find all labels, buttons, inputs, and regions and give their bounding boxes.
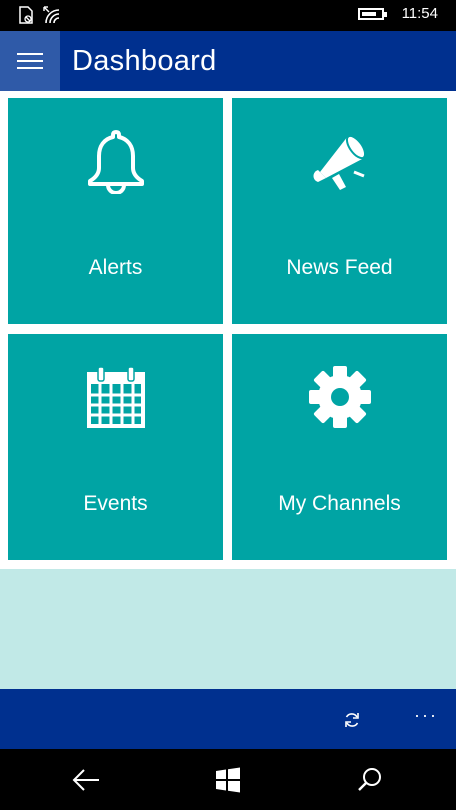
- bell-icon: [8, 128, 223, 194]
- hamburger-icon: [17, 48, 43, 74]
- content-area: [0, 569, 456, 689]
- status-bar: 11:54: [0, 0, 456, 31]
- battery-icon: [357, 7, 387, 20]
- search-icon: [358, 768, 381, 791]
- gear-icon: [232, 364, 447, 430]
- more-button[interactable]: ···: [408, 703, 444, 735]
- dashboard-tiles: Alerts News Feed Events My Channels: [0, 91, 456, 569]
- tile-events[interactable]: Events: [8, 334, 223, 560]
- megaphone-icon: [232, 128, 447, 194]
- system-nav-bar: [0, 749, 456, 810]
- tile-alerts[interactable]: Alerts: [8, 98, 223, 324]
- page-title: Dashboard: [72, 45, 217, 77]
- tile-my-channels-label: My Channels: [278, 492, 401, 515]
- wifi-icon: [42, 6, 64, 29]
- windows-start-icon: [216, 767, 240, 793]
- app-bar: Dashboard: [0, 31, 456, 91]
- tile-news-feed-label: News Feed: [286, 256, 393, 279]
- command-bar: ···: [0, 689, 456, 749]
- calendar-icon: [8, 364, 223, 430]
- status-time: 11:54: [401, 5, 438, 22]
- search-button[interactable]: [350, 763, 390, 797]
- sim-status-icon: [18, 6, 34, 29]
- hamburger-menu-button[interactable]: [0, 31, 60, 91]
- refresh-button[interactable]: [338, 706, 366, 734]
- tile-my-channels[interactable]: My Channels: [232, 334, 447, 560]
- tile-news-feed[interactable]: News Feed: [232, 98, 447, 324]
- tile-events-label: Events: [83, 492, 148, 515]
- start-button[interactable]: [208, 763, 248, 797]
- back-button[interactable]: [66, 763, 106, 797]
- refresh-icon: [345, 713, 359, 727]
- back-icon: [72, 769, 99, 791]
- tile-alerts-label: Alerts: [88, 256, 143, 279]
